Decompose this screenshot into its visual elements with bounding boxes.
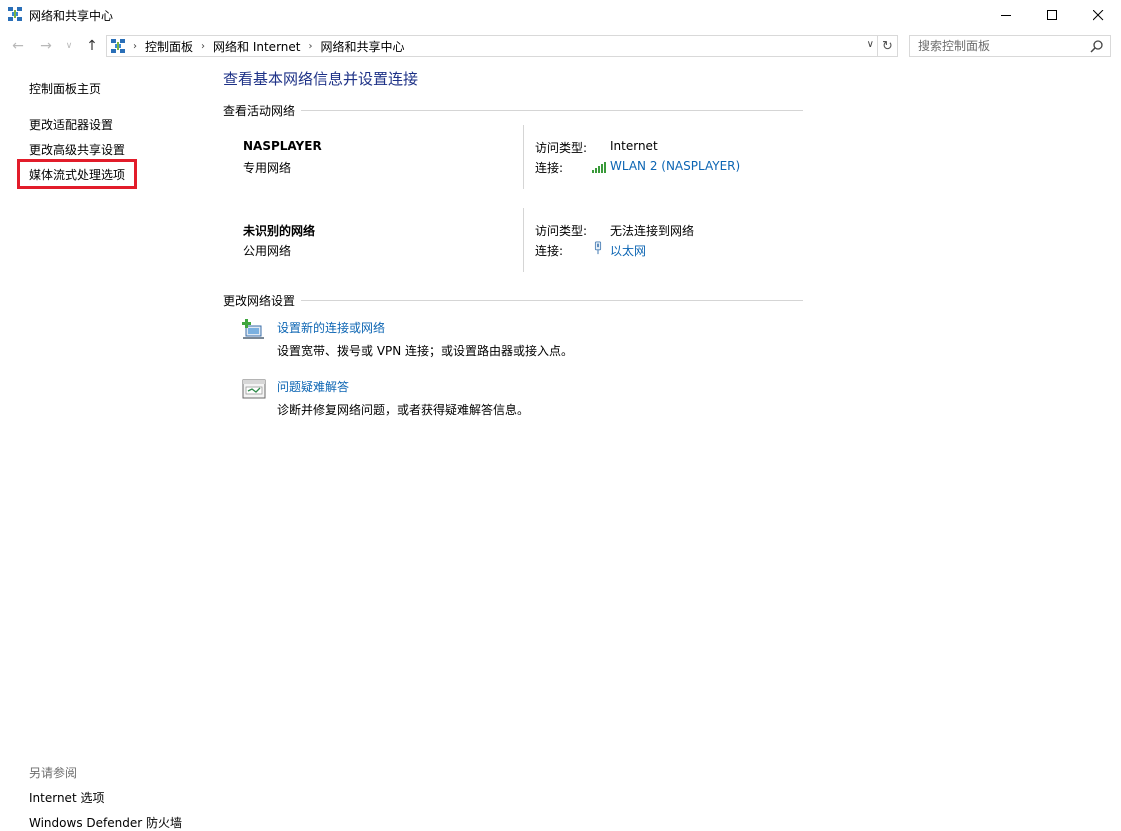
window-title: 网络和共享中心 [29,9,114,23]
internet-options-link[interactable]: Internet 选项 [29,789,104,806]
search-box[interactable] [909,35,1111,57]
wlan-connection-link[interactable]: WLAN 2 (NASPLAYER) [610,159,740,173]
chevron-right-icon[interactable]: › [308,41,312,52]
setup-new-connection-link[interactable]: 设置新的连接或网络 [277,319,385,336]
control-panel-home-link[interactable]: 控制面板主页 [29,80,101,97]
breadcrumb-network-internet[interactable]: 网络和 Internet [213,38,300,55]
minimize-icon [1000,14,1011,16]
address-dropdown-icon[interactable]: ∨ [867,39,874,50]
arrow-up-icon: ↑ [86,38,98,54]
chevron-right-icon[interactable]: › [133,41,137,52]
setup-new-connection-desc: 设置宽带、拨号或 VPN 连接；或设置路由器或接入点。 [277,344,574,358]
section-divider [301,300,803,301]
back-button[interactable]: ← [9,37,27,55]
forward-button[interactable]: → [37,37,55,55]
network-type: 公用网络 [243,244,292,258]
network-type: 专用网络 [243,161,292,175]
maximize-button[interactable] [1029,0,1075,30]
breadcrumb-control-panel[interactable]: 控制面板 [145,38,193,55]
close-button[interactable] [1075,0,1121,30]
chevron-right-icon[interactable]: › [201,41,205,52]
network-divider [523,208,524,272]
see-also-header: 另请参阅 [29,766,78,780]
media-streaming-options-link[interactable]: 媒体流式处理选项 [29,166,125,183]
active-networks-section: 查看活动网络 [223,102,803,119]
new-connection-icon [242,319,264,339]
ethernet-icon [594,241,602,255]
connection-label: 连接: [535,161,564,175]
maximize-icon [1046,9,1057,20]
breadcrumb-network-sharing-center[interactable]: 网络和共享中心 [320,38,404,55]
arrow-left-icon: ← [12,38,24,54]
refresh-icon: ↻ [882,38,893,54]
control-panel-icon [111,39,125,53]
search-input[interactable] [918,39,1088,53]
network-center-icon [8,7,22,21]
minimize-button[interactable] [983,0,1029,30]
active-networks-header: 查看活动网络 [223,104,296,118]
change-settings-section: 更改网络设置 [223,292,803,309]
access-type-label: 访问类型: [535,224,588,238]
close-icon [1092,9,1103,20]
troubleshoot-problems-desc: 诊断并修复网络问题，或者获得疑难解答信息。 [277,403,530,417]
change-settings-header: 更改网络设置 [223,294,296,308]
change-adapter-settings-link[interactable]: 更改适配器设置 [29,116,113,133]
chevron-down-icon: ∨ [65,41,73,51]
wifi-signal-icon [592,162,606,173]
title-bar: 网络和共享中心 [0,0,1121,30]
breadcrumb: › 控制面板 › 网络和 Internet › 网络和共享中心 [125,38,405,55]
network-divider [523,125,524,189]
windows-defender-firewall-link[interactable]: Windows Defender 防火墙 [29,814,182,831]
navigation-bar: ← → ∨ ↑ › 控制面板 › 网络和 Internet › 网络和共享中心 … [0,33,1121,59]
troubleshoot-problems-link[interactable]: 问题疑难解答 [277,378,349,395]
arrow-right-icon: → [40,38,52,54]
access-type-value: 无法连接到网络 [610,224,695,238]
network-name: 未识别的网络 [243,224,316,238]
connection-label: 连接: [535,244,564,258]
address-bar[interactable]: › 控制面板 › 网络和 Internet › 网络和共享中心 ∨ [106,35,878,57]
troubleshoot-icon [242,379,266,399]
access-type-value: Internet [610,139,658,153]
up-button[interactable]: ↑ [83,37,101,55]
section-divider [301,110,803,111]
page-title: 查看基本网络信息并设置连接 [223,70,419,88]
change-advanced-sharing-link[interactable]: 更改高级共享设置 [29,141,125,158]
network-name: NASPLAYER [243,139,322,153]
access-type-label: 访问类型: [535,141,588,155]
search-icon[interactable] [1090,40,1103,53]
recent-locations-button[interactable]: ∨ [63,37,75,55]
ethernet-connection-link[interactable]: 以太网 [610,242,646,259]
refresh-button[interactable]: ↻ [878,35,898,57]
